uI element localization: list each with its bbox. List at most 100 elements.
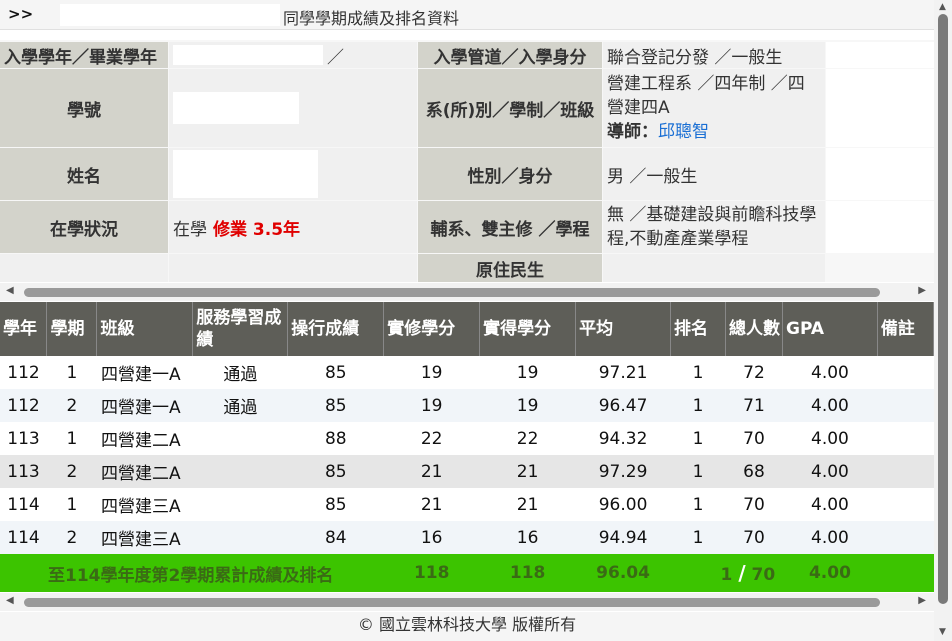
cell-class: 四營建二A	[96, 455, 193, 488]
table-row: 114 1 四營建三A 85 21 21 96.00 1 70 4.00	[0, 488, 934, 521]
cell-earned: 16	[479, 521, 576, 554]
col-header: 總人數	[725, 302, 783, 356]
redacted-bar	[60, 4, 280, 26]
minor-value: 無 ／基礎建設與前瞻科技學程,不動產產業學程	[603, 201, 825, 253]
total-count: 70	[751, 565, 776, 585]
table-row: 112 2 四營建一A 通過 85 19 19 96.47 1 71 4.00	[0, 389, 934, 422]
admission-label: 入學管道／入學身分	[418, 42, 602, 68]
cell-remark	[877, 389, 934, 422]
aboriginal-value	[603, 254, 825, 282]
scroll-left-icon[interactable]: ◀	[6, 285, 14, 296]
cell-rank: 1	[670, 488, 726, 521]
col-header: 學期	[46, 302, 98, 356]
cell-semester: 1	[46, 422, 97, 455]
cell-class: 四營建三A	[96, 488, 193, 521]
cell-remark	[877, 521, 934, 554]
cell-attempted: 22	[383, 422, 480, 455]
cell-conduct: 84	[287, 521, 384, 554]
table-row: 112 1 四營建一A 通過 85 19 19 97.21 1 72 4.00	[0, 356, 934, 389]
scroll-left-icon[interactable]: ◀	[6, 595, 14, 606]
scrollbar-thumb[interactable]	[24, 598, 880, 607]
aboriginal-label: 原住民生	[418, 254, 602, 282]
cell-rank: 1	[670, 422, 726, 455]
scrollbar-thumb[interactable]	[938, 14, 948, 604]
cell-count: 68	[725, 455, 783, 488]
student-id-value	[169, 69, 417, 147]
info-empty-cell	[169, 254, 417, 282]
col-header: 班級	[96, 302, 194, 356]
cell-earned: 22	[479, 422, 576, 455]
info-blank-cell	[826, 201, 934, 253]
cell-year: 114	[0, 488, 47, 521]
col-header: GPA	[782, 302, 878, 356]
status-value-cell: 在學 修業 3.5年	[169, 201, 417, 253]
student-info-panel: 入學學年／畢業學年 ／ 入學管道／入學身分 聯合登記分發 ／一般生 學號 系(所…	[0, 40, 934, 282]
cell-class: 四營建一A	[96, 356, 193, 389]
gender-value: 男 ／一般生	[603, 148, 825, 200]
total-rank-cell: 1 / 70	[670, 554, 783, 592]
status-value: 在學	[173, 219, 207, 240]
cell-service	[192, 455, 288, 488]
cell-service: 通過	[192, 389, 288, 422]
cell-average: 94.32	[575, 422, 671, 455]
scrollbar-thumb[interactable]	[24, 288, 880, 297]
cell-semester: 1	[46, 488, 97, 521]
dept-label: 系(所)別／學制／班級	[418, 69, 602, 147]
student-id-label: 學號	[0, 69, 168, 147]
cell-class: 四營建三A	[96, 521, 193, 554]
total-rank: 1	[720, 565, 733, 585]
cell-semester: 1	[46, 356, 97, 389]
cell-remark	[877, 455, 934, 488]
cell-earned: 19	[479, 356, 576, 389]
nav-toggle-button[interactable]: >>	[8, 5, 33, 23]
advisor-line: 導師：邱聰智	[607, 120, 709, 144]
total-average: 96.04	[575, 554, 671, 592]
col-header: 排名	[670, 302, 727, 356]
page-header: >> 同學學期成績及排名資料	[0, 0, 934, 30]
cell-count: 71	[725, 389, 783, 422]
cell-service: 通過	[192, 356, 288, 389]
info-blank-cell	[826, 42, 934, 68]
col-header: 服務學習成績	[192, 302, 289, 356]
cell-count: 70	[725, 521, 783, 554]
scroll-right-icon[interactable]: ▶	[918, 285, 926, 296]
cell-earned: 21	[479, 455, 576, 488]
scroll-right-icon[interactable]: ▶	[918, 595, 926, 606]
dept-value-cell: 營建工程系 ／四年制 ／四營建四A 導師：邱聰智	[603, 69, 825, 147]
cell-class: 四營建二A	[96, 422, 193, 455]
cell-year: 112	[0, 389, 47, 422]
cell-conduct: 88	[287, 422, 384, 455]
scroll-down-icon[interactable]: ▼	[939, 627, 946, 637]
cell-conduct: 85	[287, 488, 384, 521]
cell-conduct: 85	[287, 455, 384, 488]
cell-service	[192, 422, 288, 455]
cell-average: 96.47	[575, 389, 671, 422]
cell-remark	[877, 356, 934, 389]
cell-year: 114	[0, 521, 47, 554]
col-header: 備註	[877, 302, 935, 356]
table-horizontal-scrollbar[interactable]: ◀ ▶	[0, 593, 934, 611]
cell-gpa: 4.00	[782, 455, 878, 488]
admission-value: 聯合登記分發 ／一般生	[603, 42, 825, 68]
total-gpa: 4.00	[782, 554, 878, 592]
advisor-label: 導師：	[607, 122, 658, 142]
cell-earned: 19	[479, 389, 576, 422]
cell-year: 113	[0, 455, 47, 488]
cell-class: 四營建一A	[96, 389, 193, 422]
cell-rank: 1	[670, 356, 726, 389]
advisor-link[interactable]: 邱聰智	[658, 122, 709, 142]
col-header: 實修學分	[383, 302, 481, 356]
cell-semester: 2	[46, 455, 97, 488]
scroll-up-icon[interactable]: ▲	[939, 2, 946, 12]
total-earned: 118	[479, 554, 576, 592]
table-row: 113 1 四營建二A 88 22 22 94.32 1 70 4.00	[0, 422, 934, 455]
cell-attempted: 19	[383, 356, 480, 389]
info-blank-cell	[826, 69, 934, 147]
minor-label: 輔系、雙主修 ／學程	[418, 201, 602, 253]
total-attempted: 118	[383, 554, 480, 592]
page-vertical-scrollbar[interactable]: ▲ ▼	[934, 0, 952, 641]
cell-gpa: 4.00	[782, 422, 878, 455]
rank-separator: /	[738, 561, 746, 585]
info-horizontal-scrollbar[interactable]: ◀ ▶	[0, 283, 934, 301]
redacted-field	[173, 45, 323, 65]
